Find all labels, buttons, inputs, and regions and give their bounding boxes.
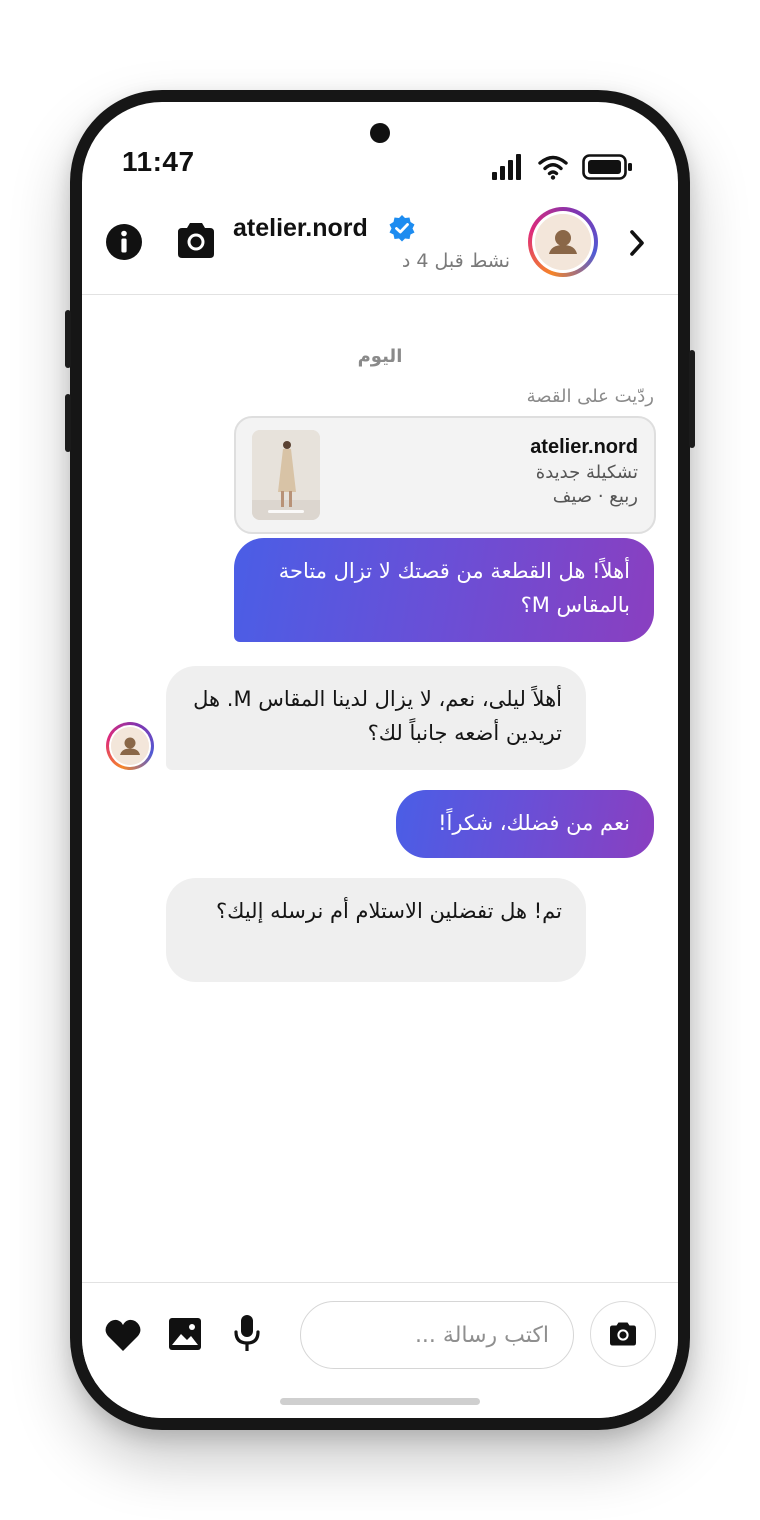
story-reply-label: ردّيت على القصة (526, 386, 654, 407)
back-chevron-icon[interactable] (626, 228, 648, 258)
message-bubble-incoming[interactable]: أهلاً ليلى، نعم، لا يزال لدينا المقاس M.… (166, 666, 586, 770)
microphone-icon[interactable] (232, 1313, 262, 1355)
heart-icon[interactable] (104, 1317, 142, 1353)
info-icon[interactable] (104, 222, 144, 262)
day-separator: اليوم (357, 346, 403, 367)
sender-avatar[interactable] (106, 722, 154, 770)
message-bubble-outgoing[interactable]: أهلاً! هل القطعة من قصتك لا تزال متاحة ب… (234, 538, 654, 642)
message-input[interactable] (300, 1301, 574, 1369)
wifi-icon (538, 155, 568, 180)
screen: 11:47 atelier.nord نشط قبل 4 د اليوم ردّ… (82, 102, 678, 1418)
status-time: 11:47 (122, 146, 195, 177)
story-reply-card[interactable]: atelier.nord تشكيلة جديدة ربيع · صيف (234, 416, 656, 534)
profile-photo (111, 727, 149, 765)
active-status: نشط قبل 4 د (401, 250, 510, 272)
story-thumbnail[interactable] (252, 430, 320, 520)
story-caption: تشكيلة جديدة (535, 462, 638, 483)
phone-side-button (65, 310, 71, 368)
header-username[interactable]: atelier.nord (233, 214, 368, 243)
chat-header: atelier.nord نشط قبل 4 د (82, 202, 678, 295)
header-avatar[interactable] (528, 207, 598, 277)
home-indicator[interactable] (280, 1398, 480, 1405)
phone-power-button (689, 350, 695, 448)
message-bubble-outgoing[interactable]: نعم من فضلك، شكراً! (396, 790, 654, 858)
composer-camera-button[interactable] (590, 1301, 656, 1367)
message-bubble-incoming[interactable]: تم! هل تفضلين الاستلام أم نرسله إليك؟ (166, 878, 586, 982)
story-username: atelier.nord (530, 436, 638, 458)
verified-badge-icon (389, 215, 415, 242)
story-season: ربيع · صيف (552, 486, 638, 507)
image-icon[interactable] (168, 1317, 202, 1351)
phone-side-button (65, 394, 71, 452)
signal-icon (492, 154, 521, 180)
camera-icon[interactable] (174, 220, 218, 262)
profile-photo (535, 214, 591, 270)
front-camera (370, 123, 390, 143)
camera-icon (610, 1322, 636, 1346)
battery-icon (582, 154, 632, 180)
story-image (252, 430, 320, 520)
phone-frame: 11:47 atelier.nord نشط قبل 4 د اليوم ردّ… (65, 90, 695, 1430)
